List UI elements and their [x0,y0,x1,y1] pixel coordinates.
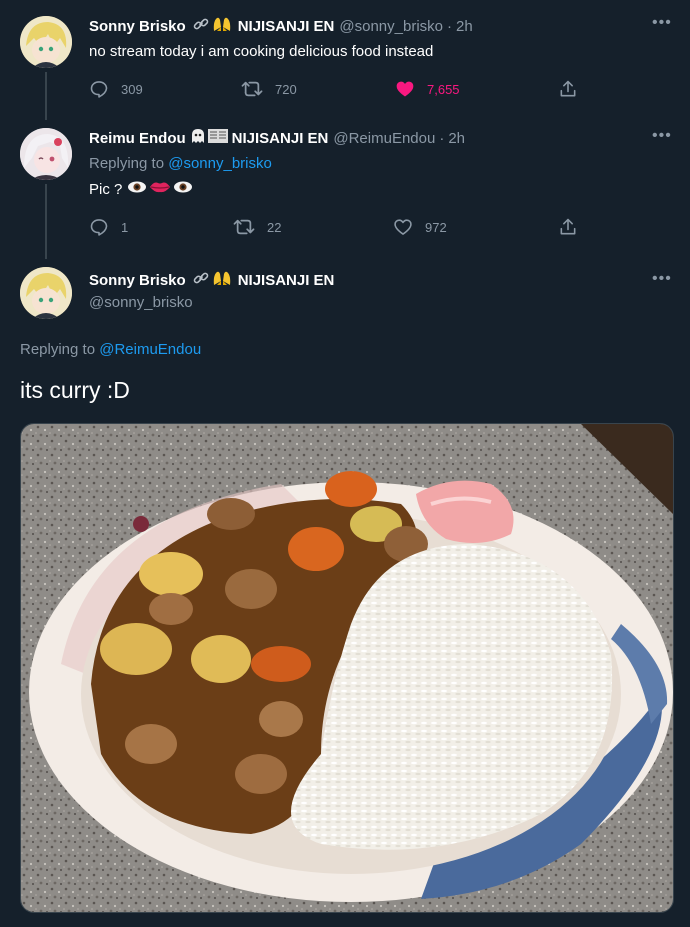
like-count: 972 [425,219,447,235]
main-header: Sonny Brisko NIJISANJI EN [89,269,334,291]
thread-line [45,184,47,259]
like-button[interactable]: 7,655 [395,79,460,99]
timestamp[interactable]: 2h [448,130,465,147]
handle[interactable]: @sonny_brisko [339,18,443,35]
reply-button[interactable]: 309 [89,79,143,99]
thread-line [45,72,47,120]
reply-count: 1 [121,219,129,235]
heart-icon [394,219,412,235]
display-name[interactable]: Reimu Endou [89,130,186,147]
tweet-text: no stream today i am cooking delicious f… [89,43,434,60]
main-tweet-text: its curry :D [20,377,130,403]
retweet-button[interactable]: 22 [233,217,281,237]
separator-dot: · [439,129,445,147]
display-name[interactable]: Sonny Brisko [89,272,186,289]
reply-icon [90,219,108,236]
like-button[interactable]: 972 [393,217,447,237]
replying-label: Replying to [89,155,165,172]
link-icon [192,269,210,292]
document-icon [207,127,229,150]
tweet-photo[interactable] [20,423,674,913]
share-icon [560,80,576,97]
hands-icon [212,15,232,38]
tweet-1-header: Sonny Brisko NIJISANJI EN @sonny_brisko … [89,15,473,37]
tweet-text-line: Pic ? [89,180,193,198]
replying-line: Replying to @ReimuEndou [20,341,201,358]
avatar-reimu[interactable] [20,128,72,180]
share-button[interactable] [558,217,590,237]
share-icon [560,218,576,235]
ghost-icon [189,127,207,150]
reply-button[interactable]: 1 [89,217,128,237]
hands-icon [212,269,232,292]
share-button[interactable] [558,79,590,99]
replying-to-link[interactable]: @sonny_brisko [168,155,272,172]
tweet-2-header: Reimu Endou NIJISANJI EN @ReimuEndou · 2… [89,127,465,149]
replying-to-link[interactable]: @ReimuEndou [99,341,201,358]
like-count: 7,655 [427,81,460,97]
avatar-sonny[interactable] [20,267,72,319]
more-icon[interactable]: ••• [652,127,672,145]
replying-label: Replying to [20,341,96,358]
retweet-button[interactable]: 720 [241,79,297,99]
replying-line: Replying to @sonny_brisko [89,155,272,172]
org-name: NIJISANJI EN [237,271,335,289]
org-name: NIJISANJI EN [237,17,335,35]
avatar-sonny[interactable] [20,16,72,68]
more-icon[interactable]: ••• [652,270,672,288]
handle[interactable]: @ReimuEndou [333,130,435,147]
eye-icon [127,180,147,198]
link-icon [192,15,210,38]
org-name: NIJISANJI EN [231,129,329,147]
separator-dot: · [447,17,452,35]
timestamp[interactable]: 2h [456,18,473,35]
retweet-count: 22 [267,219,282,235]
tweet-text: Pic ? [89,180,123,198]
reply-count: 309 [121,81,143,97]
display-name[interactable]: Sonny Brisko [89,18,186,35]
retweet-icon [241,81,263,97]
more-icon[interactable]: ••• [652,14,672,32]
lips-icon [149,180,171,198]
reply-icon [90,81,108,98]
eye-icon [173,180,193,198]
retweet-count: 720 [275,81,297,97]
retweet-icon [233,219,255,235]
heart-icon [396,81,414,97]
handle[interactable]: @sonny_brisko [89,294,193,311]
